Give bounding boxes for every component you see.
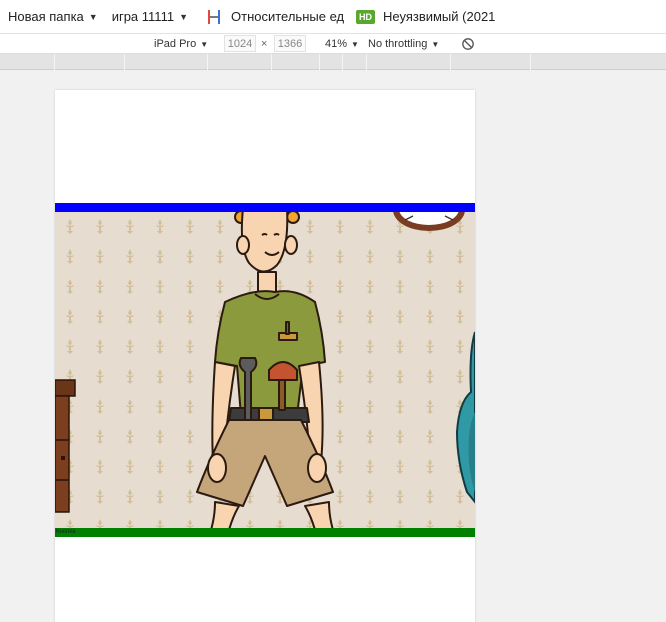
media-query-ruler[interactable] [0, 54, 666, 70]
caret-down-icon: ▼ [431, 39, 440, 49]
ruler-segment[interactable] [208, 54, 272, 70]
zoom-select[interactable]: 41% ▼ [325, 34, 359, 54]
caret-down-icon: ▼ [179, 11, 188, 22]
ruler-segment[interactable] [367, 54, 451, 70]
bookmark-label: игра 11111 [111, 9, 175, 24]
bookmark-label: Новая папка [8, 9, 84, 24]
bookmark-folder-game[interactable]: игра 11111 ▼ [112, 9, 188, 24]
ruler-segment[interactable] [272, 54, 320, 70]
bottom-green-bar[interactable]: Кнопка [55, 528, 475, 537]
throttling-select[interactable]: No throttling ▼ [368, 34, 439, 54]
bookmark-invulnerable[interactable]: HD Неуязвимый (2021 [356, 9, 495, 24]
plumber-illustration [55, 212, 475, 528]
browser-window: Новая папка ▼ игра 11111 ▼ Относительные… [0, 0, 666, 622]
top-blue-bar [55, 203, 475, 212]
device-frame: Кнопка [55, 90, 475, 622]
ruler-segment[interactable] [531, 54, 666, 70]
ruler-segment[interactable] [0, 54, 55, 70]
device-select[interactable]: iPad Pro ▼ [154, 34, 208, 54]
game-scene[interactable] [55, 212, 475, 528]
hd-badge-icon: HD [356, 9, 375, 24]
ruler-segment[interactable] [55, 54, 125, 70]
zoom-label: 41% [325, 38, 348, 50]
width-input[interactable]: 1024 [224, 35, 256, 52]
emulated-viewport: Кнопка [0, 70, 666, 622]
caret-down-icon: ▼ [200, 39, 209, 49]
bookmark-folder-new[interactable]: Новая папка ▼ [8, 9, 98, 24]
ruler-segment[interactable] [343, 54, 367, 70]
bookmark-label: Неуязвимый (2021 [383, 9, 495, 24]
bookmark-relative-units[interactable]: Относительные ед [206, 9, 344, 25]
ruler-segment[interactable] [320, 54, 343, 70]
height-input[interactable]: 1366 [274, 35, 306, 52]
rotate-icon[interactable] [461, 34, 475, 54]
ruler-segment[interactable] [125, 54, 208, 70]
times-sign: × [261, 38, 268, 50]
bookmarks-bar: Новая папка ▼ игра 11111 ▼ Относительные… [0, 0, 666, 34]
caret-down-icon: ▼ [351, 39, 359, 49]
bookmark-label: Относительные ед [231, 9, 344, 24]
device-toolbar: iPad Pro ▼ 1024 × 1366 41% ▼ No throttli… [0, 34, 666, 54]
device-label: iPad Pro [154, 38, 197, 50]
button-label: Кнопка [56, 529, 76, 535]
ruler-segment[interactable] [451, 54, 531, 70]
throttling-label: No throttling [368, 38, 428, 50]
h-bookmark-icon [206, 9, 222, 25]
caret-down-icon: ▼ [88, 11, 98, 22]
